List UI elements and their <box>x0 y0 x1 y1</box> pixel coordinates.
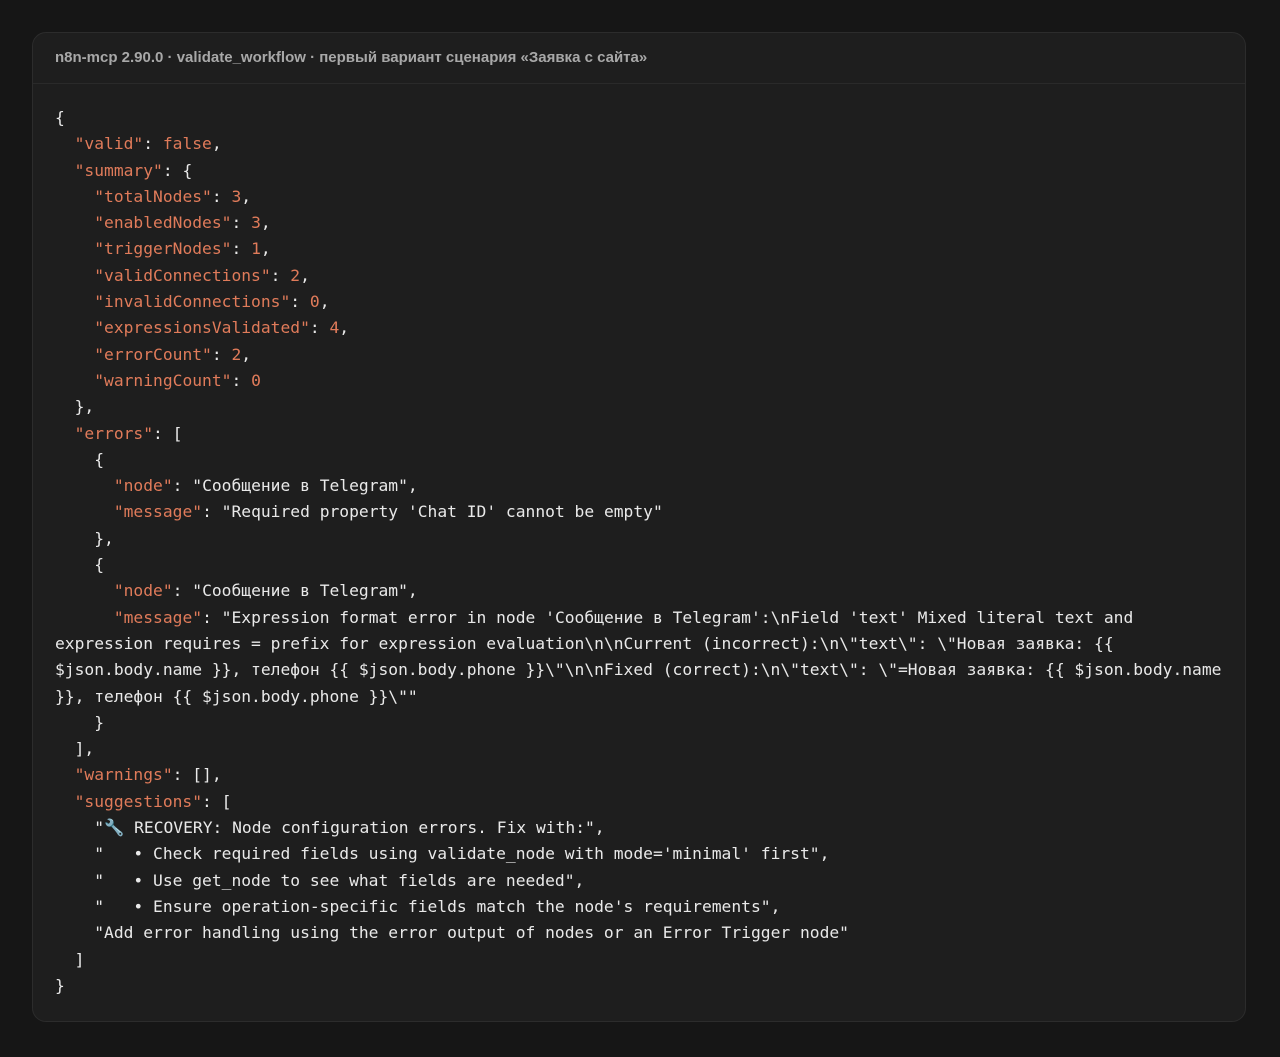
error-message-value: "Required property 'Chat ID' cannot be e… <box>221 502 663 522</box>
suggestion-item: " • Check required fields using validate… <box>94 844 830 864</box>
warning-count-value: 0 <box>251 370 261 390</box>
panel-title: n8n-mcp 2.90.0 · validate_workflow · пер… <box>33 33 1245 84</box>
valid-value: false <box>162 134 212 154</box>
trigger-nodes-value: 1 <box>251 239 261 259</box>
suggestion-item: " • Ensure operation-specific fields mat… <box>94 896 781 916</box>
error-count-value: 2 <box>231 344 242 364</box>
suggestion-item: "🔧 RECOVERY: Node configuration errors. … <box>94 818 605 838</box>
invalid-connections-value: 0 <box>309 292 320 312</box>
suggestion-item: "Add error handling using the error outp… <box>94 923 849 943</box>
suggestion-item: " • Use get_node to see what fields are … <box>94 870 585 890</box>
total-nodes-value: 3 <box>231 186 242 206</box>
error-node-value: "Сообщение в Telegram" <box>192 476 408 496</box>
json-output: { "valid": false, "summary": { "totalNod… <box>55 108 1232 995</box>
enabled-nodes-value: 3 <box>251 213 261 233</box>
expressions-validated-value: 4 <box>329 318 340 338</box>
error-message-value: "Expression format error in node 'Сообще… <box>55 607 1232 706</box>
valid-connections-value: 2 <box>290 265 301 285</box>
error-node-value: "Сообщение в Telegram" <box>192 581 408 601</box>
validation-output-panel: n8n-mcp 2.90.0 · validate_workflow · пер… <box>32 32 1246 1022</box>
